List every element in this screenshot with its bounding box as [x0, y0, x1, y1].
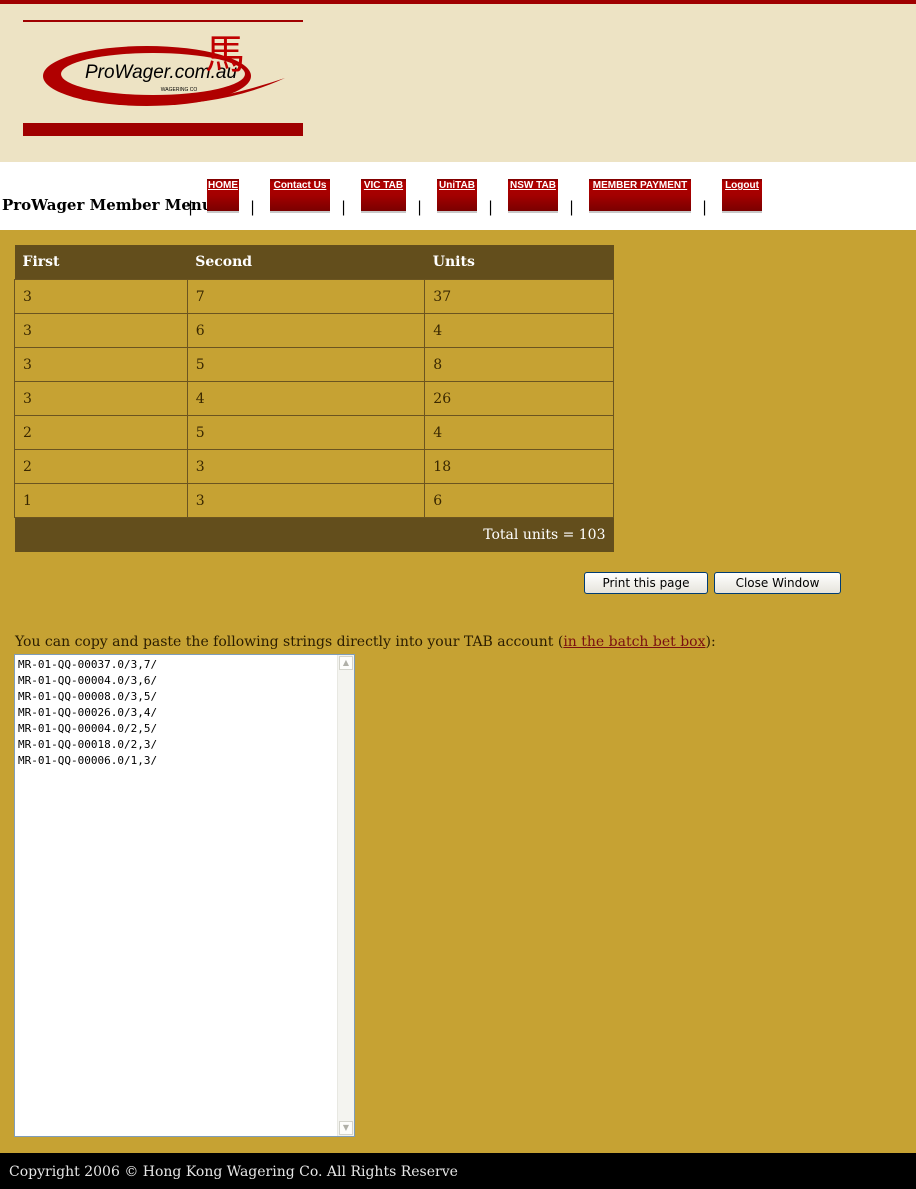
cell-second: 3 [186, 483, 426, 518]
cell-first: 3 [14, 313, 188, 348]
table-row: 3 4 26 [14, 381, 614, 416]
bet-string-line: MR-01-QQ-00004.0/3,6/ [18, 674, 158, 687]
cell-first: 2 [14, 449, 188, 484]
bet-string-line: MR-01-QQ-00018.0/2,3/ [18, 738, 158, 751]
copy-instructions: You can copy and paste the following str… [15, 634, 716, 650]
cell-first: 1 [14, 483, 188, 518]
total-units: Total units = 103 [14, 517, 614, 552]
nav-contact-button[interactable]: Contact Us [270, 179, 330, 213]
table-total-row: Total units = 103 [14, 517, 614, 552]
cell-first: 3 [14, 347, 188, 382]
table-row: 364 [14, 313, 614, 348]
table-row: 3 7 37 [14, 279, 614, 314]
site-footer: Copyright 2006 © Hong Kong Wagering Co. … [0, 1153, 916, 1189]
cell-second: 4 [186, 381, 426, 416]
menu-separator: | [188, 198, 194, 216]
copyright-text: Copyright 2006 © Hong Kong Wagering Co. … [9, 1164, 458, 1180]
cell-units: 4 [424, 313, 614, 348]
scroll-up-arrow-icon[interactable]: ▲ [339, 656, 353, 670]
bet-string-line: MR-01-QQ-00026.0/3,4/ [18, 706, 158, 719]
menu-separator: | [417, 198, 423, 216]
bet-strings-content: MR-01-QQ-00037.0/3,7/MR-01-QQ-00004.0/3,… [18, 657, 157, 769]
menu-separator: | [341, 198, 347, 216]
bet-string-line: MR-01-QQ-00008.0/3,5/ [18, 690, 158, 703]
cell-second: 5 [186, 347, 426, 382]
table-row: 136 [14, 483, 614, 518]
member-menu-bar: ProWager Member Menu : | HOME | Contact … [0, 162, 916, 230]
cell-second: 7 [186, 279, 426, 314]
cell-units: 18 [424, 449, 614, 484]
cell-first: 2 [14, 415, 188, 450]
table-row: 254 [14, 415, 614, 450]
bet-string-line: MR-01-QQ-00037.0/3,7/ [18, 658, 158, 671]
table-row: 358 [14, 347, 614, 382]
scroll-down-arrow-icon[interactable]: ▼ [339, 1121, 353, 1135]
print-page-button[interactable]: Print this page [584, 572, 708, 594]
close-window-button[interactable]: Close Window [714, 572, 841, 594]
table-row: 2 3 18 [14, 449, 614, 484]
nav-vic-tab-button[interactable]: VIC TAB [361, 179, 406, 213]
table-header-row: First Second Units [14, 245, 614, 280]
cell-second: 3 [186, 449, 426, 484]
textarea-scrollbar[interactable]: ▲ ▼ [337, 655, 354, 1136]
cell-first: 3 [14, 381, 188, 416]
nav-home-button[interactable]: HOME [207, 179, 239, 213]
cell-units: 26 [424, 381, 614, 416]
bet-string-line: MR-01-QQ-00004.0/2,5/ [18, 722, 158, 735]
cell-first: 3 [14, 279, 188, 314]
cell-units: 8 [424, 347, 614, 382]
nav-member-payment-button[interactable]: MEMBER PAYMENT [589, 179, 691, 213]
menu-separator: | [702, 198, 708, 216]
site-header: ProWager.com.au WAGERING CO 馬 [0, 0, 916, 162]
copy-instructions-prefix: You can copy and paste the following str… [15, 634, 564, 650]
nav-logout-button[interactable]: Logout [722, 179, 762, 213]
menu-separator: | [250, 198, 256, 216]
bet-units-table: First Second Units 3 7 37 364 358 3 4 26 254… [14, 245, 614, 552]
column-header-first: First [14, 245, 188, 280]
prowager-logo[interactable]: ProWager.com.au WAGERING CO 馬 [23, 20, 303, 136]
nav-unitab-button[interactable]: UniTAB [437, 179, 477, 213]
nav-nsw-tab-button[interactable]: NSW TAB [508, 179, 558, 213]
logo-horse-glyph: 馬 [205, 32, 245, 78]
copy-instructions-suffix: ): [705, 634, 716, 650]
column-header-second: Second [187, 245, 425, 280]
bet-string-line: MR-01-QQ-00006.0/1,3/ [18, 754, 158, 767]
column-header-units: Units [424, 245, 614, 280]
cell-units: 37 [424, 279, 614, 314]
cell-units: 6 [424, 483, 614, 518]
menu-separator: | [488, 198, 494, 216]
cell-second: 6 [186, 313, 426, 348]
logo-subtext: WAGERING CO [161, 87, 198, 93]
cell-second: 5 [186, 415, 426, 450]
cell-units: 4 [424, 415, 614, 450]
bet-strings-textarea[interactable]: MR-01-QQ-00037.0/3,7/MR-01-QQ-00004.0/3,… [14, 654, 355, 1137]
menu-separator: | [569, 198, 575, 216]
batch-bet-box-link[interactable]: in the batch bet box [563, 634, 705, 650]
